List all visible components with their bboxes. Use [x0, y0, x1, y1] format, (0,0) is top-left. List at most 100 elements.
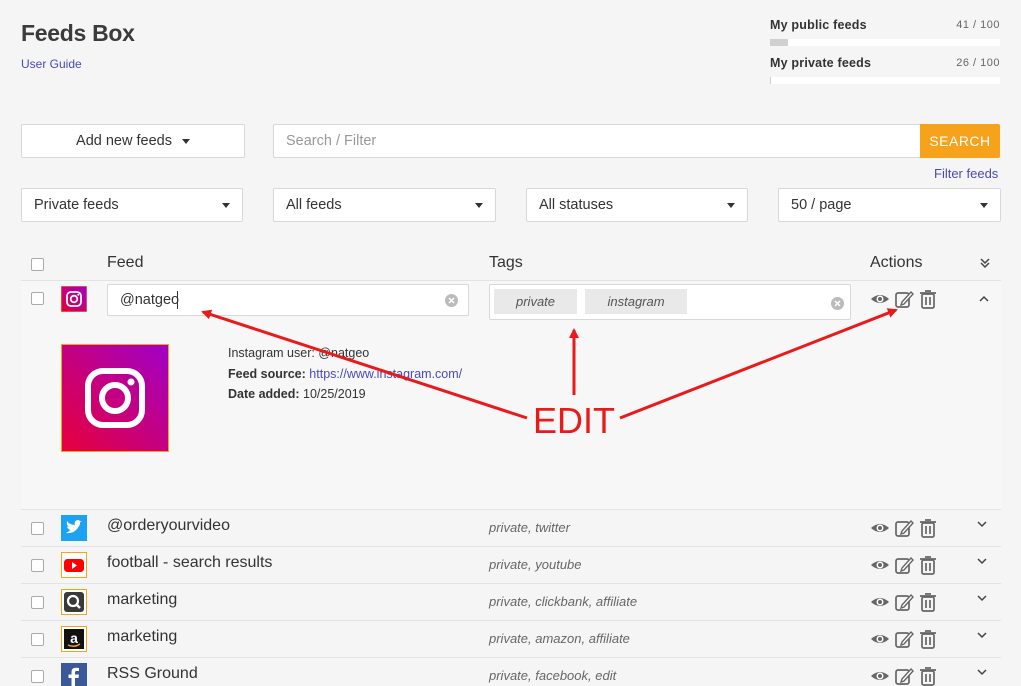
actions-column-header: Actions	[870, 254, 923, 271]
twitter-icon	[61, 515, 87, 541]
row-checkbox[interactable]	[31, 633, 44, 646]
row-checkbox[interactable]	[31, 596, 44, 609]
expand-chevron-icon[interactable]	[976, 519, 988, 529]
instagram-logo-large	[61, 344, 169, 452]
clear-icon[interactable]	[445, 294, 458, 307]
edit-icon[interactable]	[894, 289, 914, 309]
youtube-icon	[61, 552, 87, 578]
row-checkbox[interactable]	[31, 292, 44, 305]
trash-icon[interactable]	[918, 289, 938, 309]
row-actions	[870, 555, 938, 575]
trash-icon[interactable]	[918, 666, 938, 686]
expand-chevron-icon[interactable]	[976, 593, 988, 603]
trash-icon[interactable]	[918, 555, 938, 575]
feed-name-value: @natgeo	[120, 292, 180, 308]
table-row: football - search results private, youtu…	[21, 546, 1001, 583]
clear-icon[interactable]	[831, 297, 844, 310]
edit-annotation-label: EDIT	[533, 400, 616, 441]
caret-down-icon	[181, 138, 190, 144]
tag-chip[interactable]: private	[494, 289, 578, 314]
feed-details: Instagram user: @natgeo Feed source: htt…	[228, 343, 462, 405]
view-eye-icon[interactable]	[870, 289, 890, 309]
trash-icon[interactable]	[918, 518, 938, 538]
feed-tags: private, clickbank, affiliate	[489, 594, 638, 609]
feed-tags: private, amazon, affiliate	[489, 631, 630, 646]
clickbank-icon	[61, 589, 87, 615]
text-cursor	[177, 291, 178, 309]
status-select[interactable]: All statuses	[526, 188, 748, 222]
tags-column-header: Tags	[489, 254, 523, 271]
view-eye-icon[interactable]	[870, 518, 890, 538]
feed-name[interactable]: RSS Ground	[107, 665, 198, 683]
per-page-select-value: 50 / page	[791, 197, 852, 213]
feed-name[interactable]: football - search results	[107, 554, 272, 572]
page-title: Feeds Box	[21, 20, 135, 46]
row-actions	[870, 629, 938, 649]
feed-tags: private, youtube	[489, 557, 582, 572]
private-feeds-quota: My private feeds 26 / 100	[770, 56, 1000, 84]
feed-name[interactable]: marketing	[107, 628, 177, 646]
amazon-icon: a	[61, 626, 87, 652]
search-button[interactable]: SEARCH	[920, 124, 1000, 158]
instagram-icon	[61, 286, 87, 312]
expanded-feed-row: @natgeo private instagram Instagram user…	[21, 280, 1001, 510]
public-feeds-bar	[770, 39, 1000, 46]
add-new-feeds-button[interactable]: Add new feeds	[21, 124, 245, 158]
edit-icon[interactable]	[894, 666, 914, 686]
view-eye-icon[interactable]	[870, 629, 890, 649]
trash-icon[interactable]	[918, 592, 938, 612]
feed-name[interactable]: @orderyourvideo	[107, 517, 230, 535]
table-row: marketing private, clickbank, affiliate	[21, 583, 1001, 620]
expand-all-icon[interactable]	[979, 257, 991, 269]
feed-type-select[interactable]: All feeds	[273, 188, 496, 222]
feed-tags: private, facebook, edit	[489, 668, 617, 683]
public-feeds-count: 41 / 100	[956, 19, 1000, 31]
date-added-value: 10/25/2019	[303, 387, 366, 401]
collapse-chevron-icon[interactable]	[978, 294, 990, 304]
row-actions	[870, 592, 938, 612]
edit-icon[interactable]	[894, 592, 914, 612]
caret-down-icon	[980, 202, 988, 208]
row-checkbox[interactable]	[31, 670, 44, 683]
facebook-icon	[61, 663, 87, 686]
expand-chevron-icon[interactable]	[976, 556, 988, 566]
select-all-checkbox[interactable]	[31, 258, 44, 271]
edit-icon[interactable]	[894, 555, 914, 575]
feed-source-link[interactable]: https://www.instagram.com/	[309, 367, 462, 381]
table-row: @orderyourvideo private, twitter	[21, 509, 1001, 546]
feed-column-header: Feed	[107, 254, 144, 271]
tags-input[interactable]: private instagram	[489, 284, 851, 320]
table-row: RSS Ground private, facebook, edit	[21, 657, 1001, 686]
visibility-select[interactable]: Private feeds	[21, 188, 243, 222]
view-eye-icon[interactable]	[870, 555, 890, 575]
expand-chevron-icon[interactable]	[976, 667, 988, 677]
view-eye-icon[interactable]	[870, 666, 890, 686]
date-added-label: Date added:	[228, 387, 300, 401]
feed-type-select-value: All feeds	[286, 197, 342, 213]
caret-down-icon	[727, 202, 735, 208]
row-checkbox[interactable]	[31, 522, 44, 535]
table-row: a marketing private, amazon, affiliate	[21, 620, 1001, 657]
private-feeds-count: 26 / 100	[956, 57, 1000, 69]
tag-chip[interactable]: instagram	[585, 289, 687, 314]
instagram-user-line: Instagram user: @natgeo	[228, 346, 370, 360]
view-eye-icon[interactable]	[870, 592, 890, 612]
feed-source-label: Feed source:	[228, 366, 306, 381]
svg-text:a: a	[70, 630, 78, 646]
visibility-select-value: Private feeds	[34, 197, 119, 213]
filter-feeds-link[interactable]: Filter feeds	[934, 166, 998, 181]
row-actions	[870, 666, 938, 686]
edit-icon[interactable]	[894, 518, 914, 538]
search-input[interactable]	[273, 124, 923, 158]
user-guide-link[interactable]: User Guide	[21, 57, 82, 71]
feed-name[interactable]: marketing	[107, 591, 177, 609]
per-page-select[interactable]: 50 / page	[778, 188, 1001, 222]
trash-icon[interactable]	[918, 629, 938, 649]
row-checkbox[interactable]	[31, 559, 44, 572]
expand-chevron-icon[interactable]	[976, 630, 988, 640]
private-feeds-bar	[770, 77, 1000, 84]
row-actions	[870, 518, 938, 538]
feed-name-input[interactable]: @natgeo	[107, 284, 469, 316]
edit-icon[interactable]	[894, 629, 914, 649]
public-feeds-quota: My public feeds 41 / 100	[770, 18, 1000, 46]
